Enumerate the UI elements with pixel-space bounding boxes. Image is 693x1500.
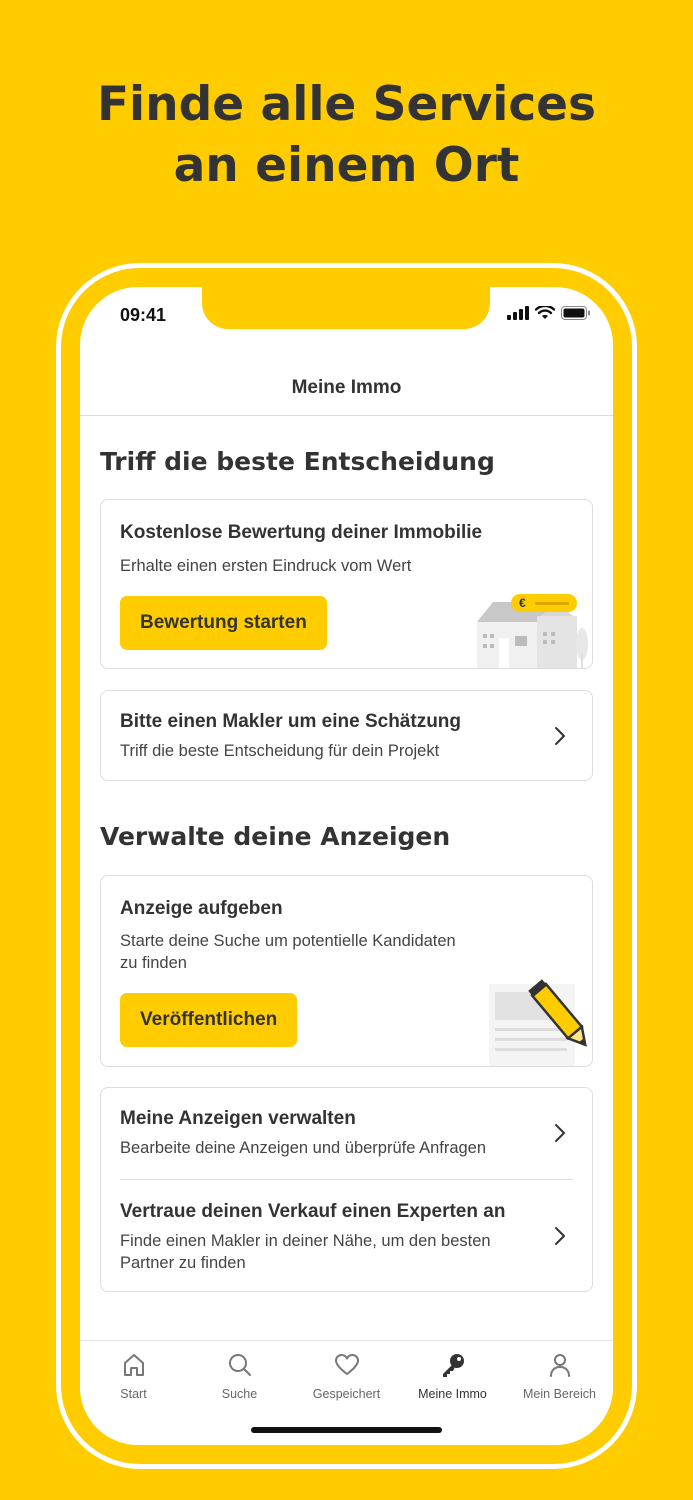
nav-divider [80,415,613,416]
section-title-listings: Verwalte deine Anzeigen [100,822,451,851]
tab-saved[interactable]: Gespeichert [293,1351,400,1401]
notch [202,287,490,329]
tab-my-area-label: Mein Bereich [523,1387,596,1401]
currency-symbol: € [519,596,526,610]
page-title: Meine Immo [291,377,402,398]
home-indicator [251,1427,442,1433]
manage-listings-row[interactable]: Meine Anzeigen verwalten Bearbeite deine… [101,1088,592,1180]
publish-button[interactable]: Veröffentlichen [120,993,298,1047]
trust-expert-subtitle: Finde einen Makler in deiner Nähe, um de… [120,1230,491,1274]
status-time: 09:41 [120,305,167,325]
agent-estimate-subtitle: Triff die beste Entscheidung für dein Pr… [120,742,440,760]
tab-search-label: Suche [221,1387,258,1401]
trust-expert-subtitle-line-2: Partner zu finden [120,1254,246,1272]
headline-line-1: Finde alle Services [96,77,597,132]
chevron-right-icon [555,1227,565,1245]
trust-expert-title: Vertraue deinen Verkauf einen Experten a… [120,1201,506,1222]
document-pencil-illustration [489,979,587,1066]
agent-estimate-title: Bitte einen Makler um eine Schätzung [120,711,462,732]
person-icon [549,1354,570,1377]
tab-saved-label: Gespeichert [312,1387,381,1401]
agent-estimate-card[interactable]: Bitte einen Makler um eine Schätzung Tri… [100,690,593,781]
search-icon [228,1354,251,1376]
wifi-icon [535,306,555,319]
house-illustration [477,594,588,668]
tab-search[interactable]: Suche [186,1351,293,1401]
key-icon [442,1354,464,1377]
status-icons [507,306,591,320]
tab-my-area[interactable]: Mein Bereich [506,1351,613,1401]
home-icon [123,1354,144,1376]
create-listing-title: Anzeige aufgeben [120,898,283,919]
section-title-decision: Triff die beste Entscheidung [100,447,495,476]
manage-listings-subtitle: Bearbeite deine Anzeigen und überprüfe A… [120,1139,487,1157]
headline: Finde alle Services an einem Ort [0,74,693,196]
tab-my-immo[interactable]: Meine Immo [399,1351,506,1401]
create-listing-subtitle-line-2: zu finden [120,954,187,972]
headline-line-2: an einem Ort [173,138,520,193]
valuation-card-title: Kostenlose Bewertung deiner Immobilie [120,522,483,543]
tab-my-immo-label: Meine Immo [418,1387,487,1401]
create-listing-card[interactable]: Anzeige aufgeben Starte deine Suche um p… [100,875,593,1067]
heart-icon [334,1354,359,1375]
tab-start[interactable]: Start [80,1351,187,1401]
manage-listings-card: Meine Anzeigen verwalten Bearbeite deine… [100,1087,593,1292]
valuation-card[interactable]: Kostenlose Bewertung deiner Immobilie Er… [100,499,593,669]
start-valuation-button[interactable]: Bewertung starten [120,596,327,650]
create-listing-subtitle-line-1: Starte deine Suche um potentielle Kandid… [120,932,456,950]
chevron-right-icon [555,1124,565,1142]
tab-start-label: Start [120,1387,147,1401]
signal-icon [507,306,529,320]
create-listing-subtitle: Starte deine Suche um potentielle Kandid… [120,930,456,974]
valuation-card-subtitle: Erhalte einen ersten Eindruck vom Wert [120,557,412,575]
phone-screen: 09:41 Meine Immo Triff die beste Entsche… [80,287,613,1445]
battery-icon [561,306,590,320]
manage-listings-title: Meine Anzeigen verwalten [120,1108,356,1129]
trust-expert-row[interactable]: Vertraue deinen Verkauf einen Experten a… [101,1180,592,1291]
trust-expert-subtitle-line-1: Finde einen Makler in deiner Nähe, um de… [120,1232,491,1250]
chevron-right-icon [555,727,565,745]
